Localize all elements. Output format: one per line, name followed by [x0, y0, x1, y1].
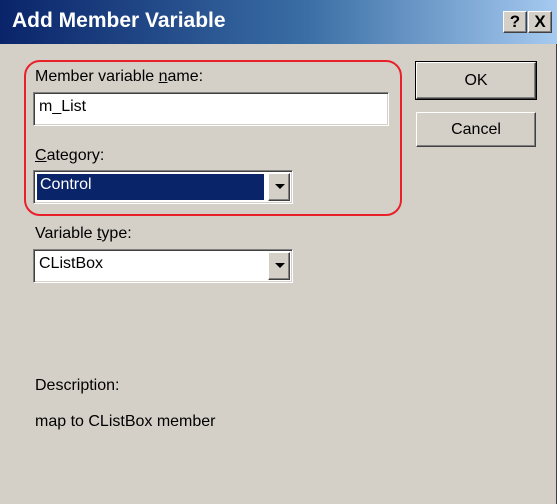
close-button[interactable]: X [528, 11, 552, 33]
variable-type-dropdown-button[interactable] [268, 252, 290, 280]
help-button[interactable]: ? [503, 11, 527, 33]
description-text: map to CListBox member [35, 413, 216, 430]
ok-button[interactable]: OK [415, 61, 537, 100]
annotation-highlight-box [24, 60, 402, 216]
variable-type-select[interactable]: CListBox [33, 249, 293, 283]
add-member-variable-dialog: Add Member Variable ? X Member variable … [0, 0, 557, 504]
cancel-button[interactable]: Cancel [416, 112, 536, 147]
chevron-down-icon [275, 263, 285, 268]
variable-type-selected-value: CListBox [39, 255, 104, 272]
window-title: Add Member Variable [12, 9, 226, 32]
title-bar[interactable]: Add Member Variable ? X [0, 0, 557, 44]
variable-type-label: Variable type: [35, 225, 132, 242]
description-label: Description: [35, 377, 120, 394]
